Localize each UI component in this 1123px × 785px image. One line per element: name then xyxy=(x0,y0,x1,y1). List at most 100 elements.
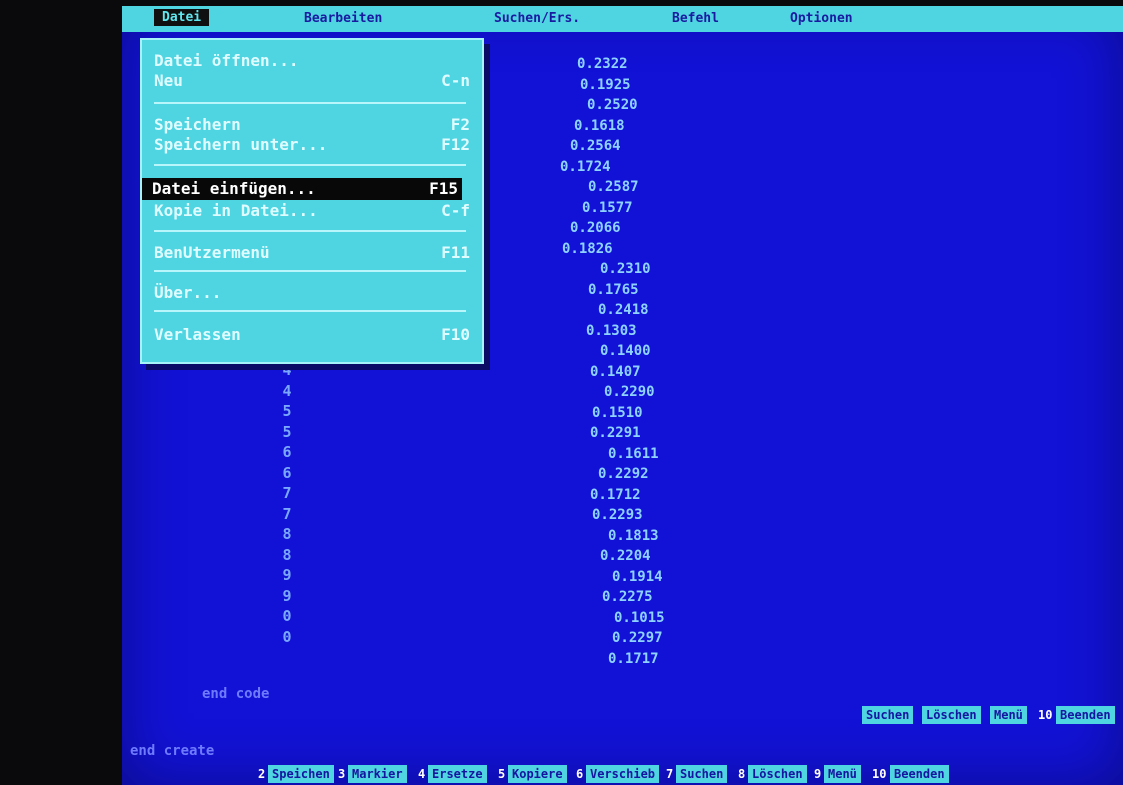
menu-item-label: Neu xyxy=(154,71,183,90)
code-line: 0.1925 xyxy=(580,76,631,93)
fkey-number: 9 xyxy=(814,767,822,781)
fkey-suchen-upper[interactable]: Suchen xyxy=(862,706,914,724)
code-line: 0.1813 xyxy=(608,527,659,544)
fkey-number: 3 xyxy=(338,767,346,781)
fkey-loeschen-upper[interactable]: Löschen xyxy=(922,706,981,724)
menu-item-label: Verlassen xyxy=(154,325,241,344)
menu-separator xyxy=(154,270,466,272)
shortcut-label: F10 xyxy=(441,325,470,344)
shortcut-label: F15 xyxy=(429,179,458,198)
code-line: 0.2310 xyxy=(600,261,651,277)
menu-item-label: Speichern unter... xyxy=(154,135,328,154)
code-line: 0.1618 xyxy=(574,117,625,134)
code-line: 0.1765 xyxy=(588,281,639,298)
menu-item-label: Speichern xyxy=(154,115,241,134)
code-line: 0.1510 xyxy=(592,404,643,421)
code-column-indices: 4 4 5 5 6 6 7 7 8 8 9 9 0 0 xyxy=(272,361,302,648)
menu-item-save[interactable]: Speichern F2 xyxy=(154,114,470,136)
menu-item-exit[interactable]: Verlassen F10 xyxy=(154,324,470,346)
code-index: 4 xyxy=(282,361,292,379)
code-line: 0.2322 xyxy=(577,56,628,72)
fkey-number: 8 xyxy=(738,767,746,781)
fkey-ersetze[interactable]: Ersetze xyxy=(428,765,487,783)
menu-item-copy-to-file[interactable]: Kopie in Datei... C-f xyxy=(154,200,470,222)
code-line: 0.2066 xyxy=(570,220,621,236)
code-index: 5 xyxy=(282,402,292,420)
fkey-markier[interactable]: Markier xyxy=(348,765,407,783)
fkey-beenden-upper[interactable]: Beenden xyxy=(1056,706,1115,724)
menu-bar: Datei Bearbeiten Suchen/Ers. Befehl Opti… xyxy=(122,6,1123,32)
menu-item-save-as[interactable]: Speichern unter... F12 xyxy=(154,134,470,156)
code-line: 0.1015 xyxy=(614,609,665,626)
menu-item-user-menu[interactable]: BenUtzermenü F11 xyxy=(154,242,470,264)
code-line: 0.2204 xyxy=(600,548,651,564)
code-line: 0.1712 xyxy=(590,486,641,503)
function-key-bar-upper: Suchen Löschen Menü 10 Beenden xyxy=(162,706,1122,730)
code-index: 6 xyxy=(282,463,292,482)
code-index: 0 xyxy=(282,627,292,646)
menu-item-label: Datei einfügen... xyxy=(152,179,316,198)
shortcut-label: F11 xyxy=(441,243,470,262)
fkey-suchen[interactable]: Suchen xyxy=(676,765,728,783)
code-line: 0.1717 xyxy=(608,650,659,667)
code-line: 0.2275 xyxy=(602,589,653,605)
fkey-verschieb[interactable]: Verschieb xyxy=(586,765,660,783)
menu-item-new[interactable]: Neu C-n xyxy=(154,70,470,92)
menu-item-label: Datei öffnen... xyxy=(154,51,299,70)
code-index: 9 xyxy=(282,566,292,584)
fkey-number: 2 xyxy=(258,767,266,781)
code-line: 0.2291 xyxy=(590,425,641,441)
menu-optionen[interactable]: Optionen xyxy=(790,11,853,26)
code-column-values: 0.2322 0.1925 0.2520 0.1618 0.2564 0.172… xyxy=(552,56,732,671)
code-index: 7 xyxy=(282,484,292,502)
shortcut-label: F12 xyxy=(441,135,470,154)
function-key-bar: 2 Speichen 3 Markier 4 Ersetze 5 Kopiere… xyxy=(162,765,1122,785)
shortcut-label: C-n xyxy=(441,71,470,90)
code-line: 0.2520 xyxy=(587,97,638,113)
code-line: 0.1914 xyxy=(612,568,663,585)
fkey-number: 6 xyxy=(576,767,584,781)
code-line: 0.1407 xyxy=(590,363,641,380)
fkey-number: 10 xyxy=(1038,708,1053,722)
menu-datei[interactable]: Datei xyxy=(154,9,210,26)
code-line: 0.1400 xyxy=(600,343,651,359)
code-line: 0.1577 xyxy=(582,199,633,216)
code-line: 0.1724 xyxy=(560,158,611,175)
menu-item-about[interactable]: Über... xyxy=(154,282,470,304)
fkey-number: 4 xyxy=(418,767,426,781)
code-index: 9 xyxy=(282,586,292,605)
shortcut-label: C-f xyxy=(441,201,470,220)
menu-suchen-ersetzen[interactable]: Suchen/Ers. xyxy=(494,11,580,26)
code-line: 0.2290 xyxy=(604,384,655,400)
fkey-loeschen[interactable]: Löschen xyxy=(748,765,807,783)
dos-editor-screen: Datei Bearbeiten Suchen/Ers. Befehl Opti… xyxy=(122,6,1123,785)
fkey-menue-upper[interactable]: Menü xyxy=(990,706,1027,724)
code-index: 7 xyxy=(282,504,292,523)
code-index: 0 xyxy=(282,607,292,625)
code-line: 0.2297 xyxy=(612,630,663,646)
menu-separator xyxy=(154,230,466,232)
fkey-number: 7 xyxy=(666,767,674,781)
menu-bearbeiten[interactable]: Bearbeiten xyxy=(304,11,382,26)
code-line: 0.2418 xyxy=(598,302,649,318)
menu-separator xyxy=(154,102,466,104)
fkey-speichen[interactable]: Speichen xyxy=(268,765,334,783)
code-index: 4 xyxy=(282,381,292,400)
code-line: 0.1826 xyxy=(562,240,613,257)
fkey-menue[interactable]: Menü xyxy=(824,765,861,783)
code-line: 0.2293 xyxy=(592,507,643,523)
menu-item-label: BenUtzermenü xyxy=(154,243,270,262)
menu-befehl[interactable]: Befehl xyxy=(672,11,719,26)
menu-item-label: Kopie in Datei... xyxy=(154,201,318,220)
code-index: 6 xyxy=(282,443,292,461)
shortcut-label: F2 xyxy=(450,115,470,134)
end-code-line: end code xyxy=(202,686,270,702)
fkey-kopiere[interactable]: Kopiere xyxy=(508,765,567,783)
fkey-number: 10 xyxy=(872,767,887,781)
fkey-number: 5 xyxy=(498,767,506,781)
code-line: 0.1303 xyxy=(586,322,637,339)
menu-item-open[interactable]: Datei öffnen... xyxy=(154,50,470,72)
menu-item-insert-file[interactable]: Datei einfügen... F15 xyxy=(142,178,462,200)
code-line: 0.2564 xyxy=(570,138,621,154)
fkey-beenden[interactable]: Beenden xyxy=(890,765,949,783)
